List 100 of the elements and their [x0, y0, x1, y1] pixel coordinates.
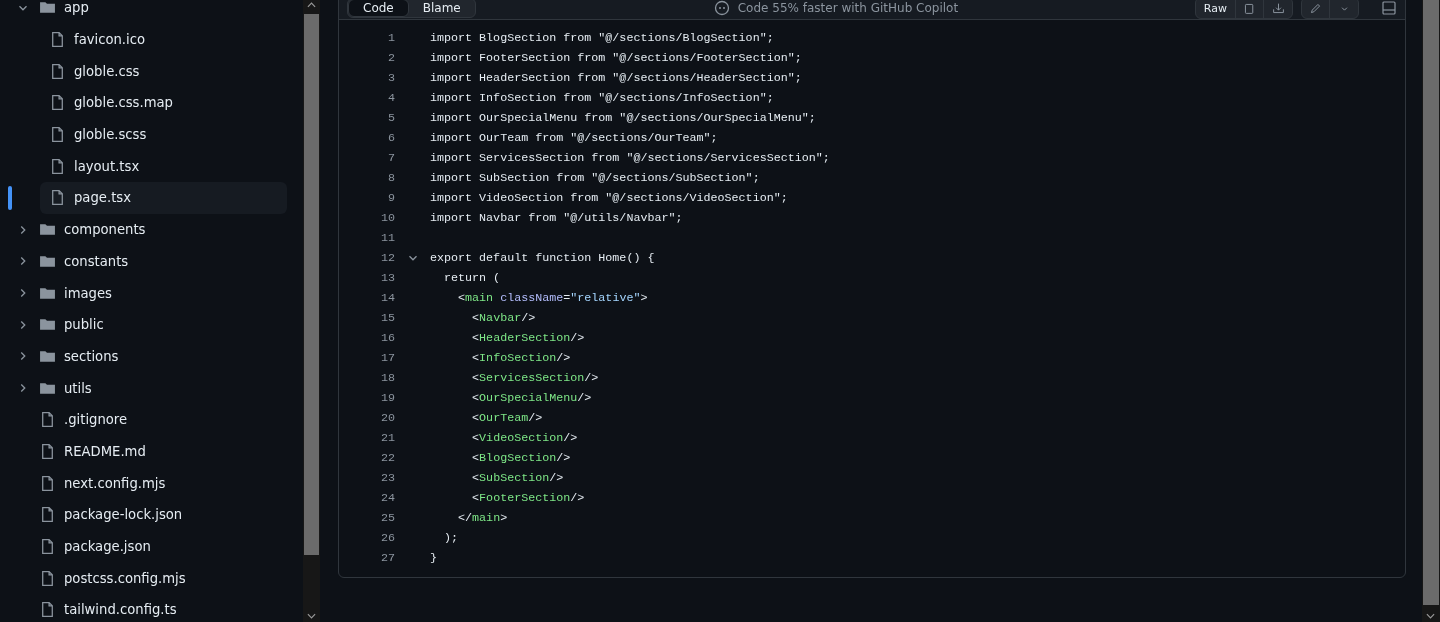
- line-number: 11: [379, 231, 395, 245]
- line-number: 8: [387, 171, 395, 185]
- tree-item[interactable]: utils: [8, 372, 287, 404]
- code-line: import SubSection from "@/sections/SubSection";: [430, 171, 760, 185]
- code-line: import VideoSection from "@/sections/VideoSection";: [430, 191, 788, 205]
- file-icon: [39, 569, 56, 587]
- file-icon: [39, 411, 56, 429]
- line-number: 25: [379, 511, 395, 525]
- tree-item[interactable]: package.json: [8, 530, 287, 563]
- panel-icon[interactable]: [1381, 0, 1397, 16]
- view-tab[interactable]: Code: [348, 0, 409, 17]
- code-line: );: [443, 531, 459, 545]
- tree-item[interactable]: globle.css.map: [8, 87, 287, 119]
- code-line: import OurTeam from "@/sections/OurTeam";: [430, 131, 718, 145]
- line-number: 26: [379, 531, 395, 545]
- tree-item[interactable]: sections: [8, 340, 287, 373]
- line-number: 14: [379, 291, 395, 305]
- file-icon: [39, 601, 56, 619]
- tree-item[interactable]: favicon.ico: [8, 23, 287, 56]
- file-name: favicon.ico: [74, 32, 146, 48]
- file-name: components: [64, 222, 146, 238]
- line-number: 9: [387, 191, 395, 205]
- scroll-up-icon[interactable]: [307, 2, 316, 8]
- code-line: import HeaderSection from "@/sections/HeaderSection";: [430, 71, 802, 85]
- line-number: 19: [379, 391, 395, 405]
- line-number: 12: [379, 251, 395, 265]
- tree-item[interactable]: tailwind.config.ts: [8, 594, 287, 622]
- line-number: 2: [387, 51, 395, 65]
- file-name: page.tsx: [74, 190, 131, 206]
- line-number: 10: [379, 211, 395, 225]
- line-number: 20: [379, 411, 395, 425]
- file-icon: [49, 94, 66, 112]
- file-name: tailwind.config.ts: [64, 602, 177, 618]
- line-number: 15: [379, 311, 395, 325]
- tree-item[interactable]: public: [8, 308, 287, 341]
- tree-item[interactable]: README.md: [8, 435, 287, 468]
- copilot-promo-text: Code 55% faster with GitHub Copilot: [737, 1, 959, 15]
- file-name: sections: [64, 348, 119, 364]
- download-icon: [1271, 1, 1285, 15]
- file-icon: [49, 157, 66, 175]
- file-icon: [49, 31, 66, 49]
- line-number: 4: [387, 91, 395, 105]
- tree-item[interactable]: .gitignore: [8, 403, 287, 436]
- line-number: 27: [379, 551, 395, 565]
- file-icon: [49, 189, 66, 207]
- code-line: import BlogSection from "@/sections/BlogSection";: [430, 31, 774, 45]
- line-number: 3: [387, 71, 395, 85]
- pencil-icon: [1309, 1, 1322, 15]
- code-line: <FooterSection/>: [471, 491, 585, 505]
- code-line: <OurSpecialMenu/>: [471, 391, 592, 405]
- line-number: 5: [387, 111, 395, 125]
- file-name: layout.tsx: [74, 158, 140, 174]
- scroll-down-icon[interactable]: [307, 613, 316, 619]
- selection-indicator: [8, 186, 12, 211]
- file-name: globle.css: [74, 63, 140, 79]
- tree-item[interactable]: next.config.mjs: [8, 467, 287, 499]
- file-name: README.md: [64, 443, 146, 459]
- tree-item[interactable]: package-lock.json: [8, 499, 287, 531]
- file-name: next.config.mjs: [64, 475, 166, 491]
- tree-item[interactable]: globle.css: [8, 55, 287, 88]
- file-name: globle.css.map: [74, 95, 173, 111]
- line-number: 24: [379, 491, 395, 505]
- code-line: </main>: [457, 511, 508, 525]
- file-icon: [39, 474, 56, 492]
- tree-item[interactable]: components: [8, 213, 287, 246]
- page-scrollbar[interactable]: [1422, 0, 1440, 622]
- file-name: .gitignore: [64, 412, 128, 428]
- file-name: utils: [64, 380, 92, 396]
- file-icon: [49, 126, 66, 144]
- raw-button[interactable]: Raw: [1195, 0, 1236, 18]
- line-number: 22: [379, 451, 395, 465]
- tree-item[interactable]: postcss.config.mjs: [8, 562, 287, 595]
- scrollbar[interactable]: [303, 0, 320, 622]
- code-line: <ServicesSection/>: [471, 371, 599, 385]
- tree-item[interactable]: constants: [8, 245, 287, 278]
- file-name: globle.scss: [74, 127, 147, 143]
- line-number: 16: [379, 331, 395, 345]
- file-icon: [39, 442, 56, 460]
- code-line: import Navbar from "@/utils/Navbar";: [430, 211, 683, 225]
- file-name: constants: [64, 253, 129, 269]
- code-line: export default function Home() {: [430, 251, 655, 265]
- copy-icon: [1243, 1, 1256, 15]
- code-line: <HeaderSection/>: [471, 331, 585, 345]
- code-line: <SubSection/>: [471, 471, 564, 485]
- file-name: postcss.config.mjs: [64, 570, 186, 586]
- line-number: 13: [379, 271, 395, 285]
- file-icon: [39, 506, 56, 524]
- tree-item[interactable]: app: [8, 0, 287, 24]
- tree-item[interactable]: globle.scss: [8, 118, 287, 151]
- line-number: 21: [379, 431, 395, 445]
- view-tab[interactable]: Blame: [408, 0, 475, 17]
- code-line: <OurTeam/>: [471, 411, 543, 425]
- code-line: import ServicesSection from "@/sections/ServicesSection";: [430, 151, 830, 165]
- scroll-down-icon[interactable]: [1426, 613, 1435, 619]
- code-line: <main className="relative">: [457, 291, 648, 305]
- code-line: <VideoSection/>: [471, 431, 578, 445]
- tree-item[interactable]: layout.tsx: [8, 150, 287, 183]
- file-icon: [39, 538, 56, 556]
- line-number: 17: [379, 351, 395, 365]
- tree-item[interactable]: images: [8, 277, 287, 309]
